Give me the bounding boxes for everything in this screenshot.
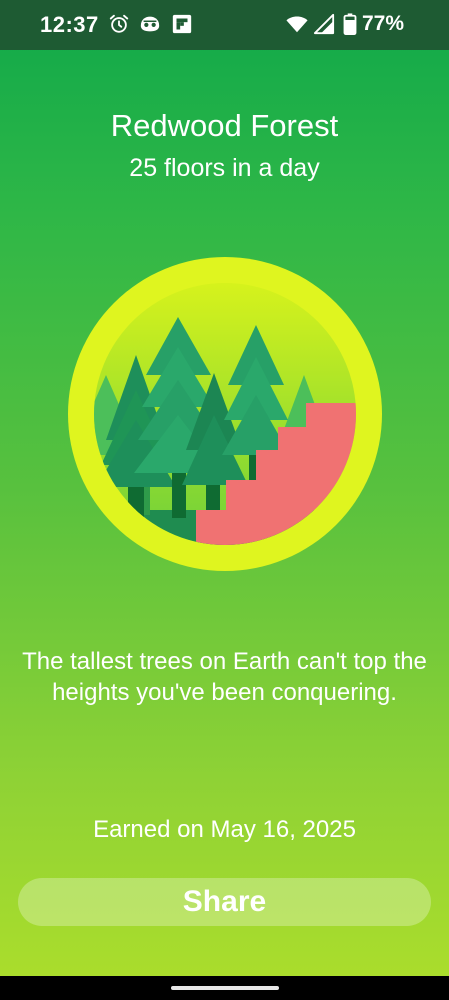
share-button[interactable]: Share	[18, 878, 431, 926]
status-bar: 12:37 77%	[0, 0, 449, 50]
wifi-icon	[286, 16, 308, 33]
navigation-bar	[0, 976, 449, 1000]
achievement-subtitle: 25 floors in a day	[129, 154, 320, 182]
home-indicator[interactable]	[171, 986, 279, 990]
achievement-screen: 12:37 77% Redwood Forest 25 floors in a …	[0, 0, 449, 976]
battery-percent: 77%	[362, 12, 405, 35]
redwood-forest-badge-icon	[68, 257, 382, 571]
app-notification-icon	[140, 16, 160, 32]
achievement-title: Redwood Forest	[110, 108, 339, 143]
battery-icon	[343, 13, 357, 35]
flipboard-icon	[172, 14, 192, 34]
cellular-signal-icon	[313, 13, 335, 35]
status-time: 12:37	[40, 12, 99, 37]
alarm-icon	[109, 14, 129, 33]
achievement-description: The tallest trees on Earth can't top the…	[22, 648, 427, 706]
earned-date: Earned on May 16, 2025	[93, 816, 356, 843]
